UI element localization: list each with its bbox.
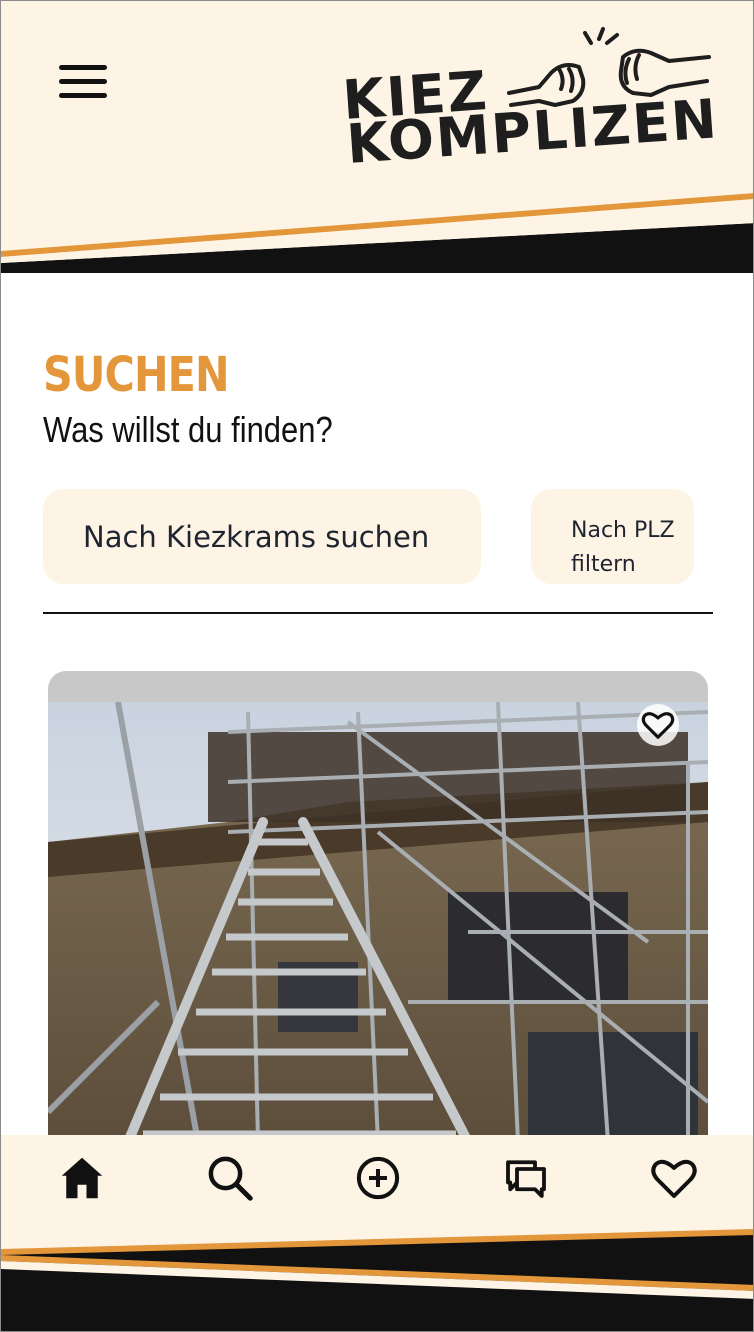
nav-messages[interactable] <box>499 1151 553 1205</box>
search-icon <box>208 1156 253 1201</box>
plz-filter-label-line2: filtern <box>571 551 636 577</box>
menu-button[interactable] <box>53 57 113 107</box>
nav-add[interactable] <box>351 1151 405 1205</box>
page-subtitle: Was willst du finden? <box>43 409 333 450</box>
favorite-button[interactable] <box>637 704 679 746</box>
scaffolding-ladder-photo <box>48 702 708 1141</box>
plz-filter-label-line1: Nach PLZ <box>571 517 675 543</box>
heart-icon <box>651 1159 697 1199</box>
bottom-navigation <box>1 1135 753 1331</box>
divider <box>43 612 713 614</box>
nav-favorites[interactable] <box>647 1151 701 1205</box>
logo: KIEZ KOMPLIZEN <box>339 21 731 181</box>
fist-bump-icon <box>507 27 711 107</box>
hamburger-menu-icon <box>59 65 107 70</box>
heart-outline-icon <box>637 704 679 746</box>
header: KIEZ KOMPLIZEN <box>1 1 753 273</box>
plz-filter-button[interactable]: Nach PLZ filtern <box>531 489 694 584</box>
nav-home[interactable] <box>55 1151 109 1205</box>
plus-circle-icon <box>356 1156 400 1200</box>
nav-search[interactable] <box>203 1151 257 1205</box>
chat-bubbles-icon <box>506 1160 546 1198</box>
result-card[interactable] <box>48 671 708 1141</box>
page-title: SUCHEN <box>43 347 230 403</box>
search-input[interactable] <box>43 489 481 584</box>
home-icon <box>61 1157 103 1199</box>
app-frame: KIEZ KOMPLIZEN SUCHEN Was willst du find… <box>0 0 754 1332</box>
